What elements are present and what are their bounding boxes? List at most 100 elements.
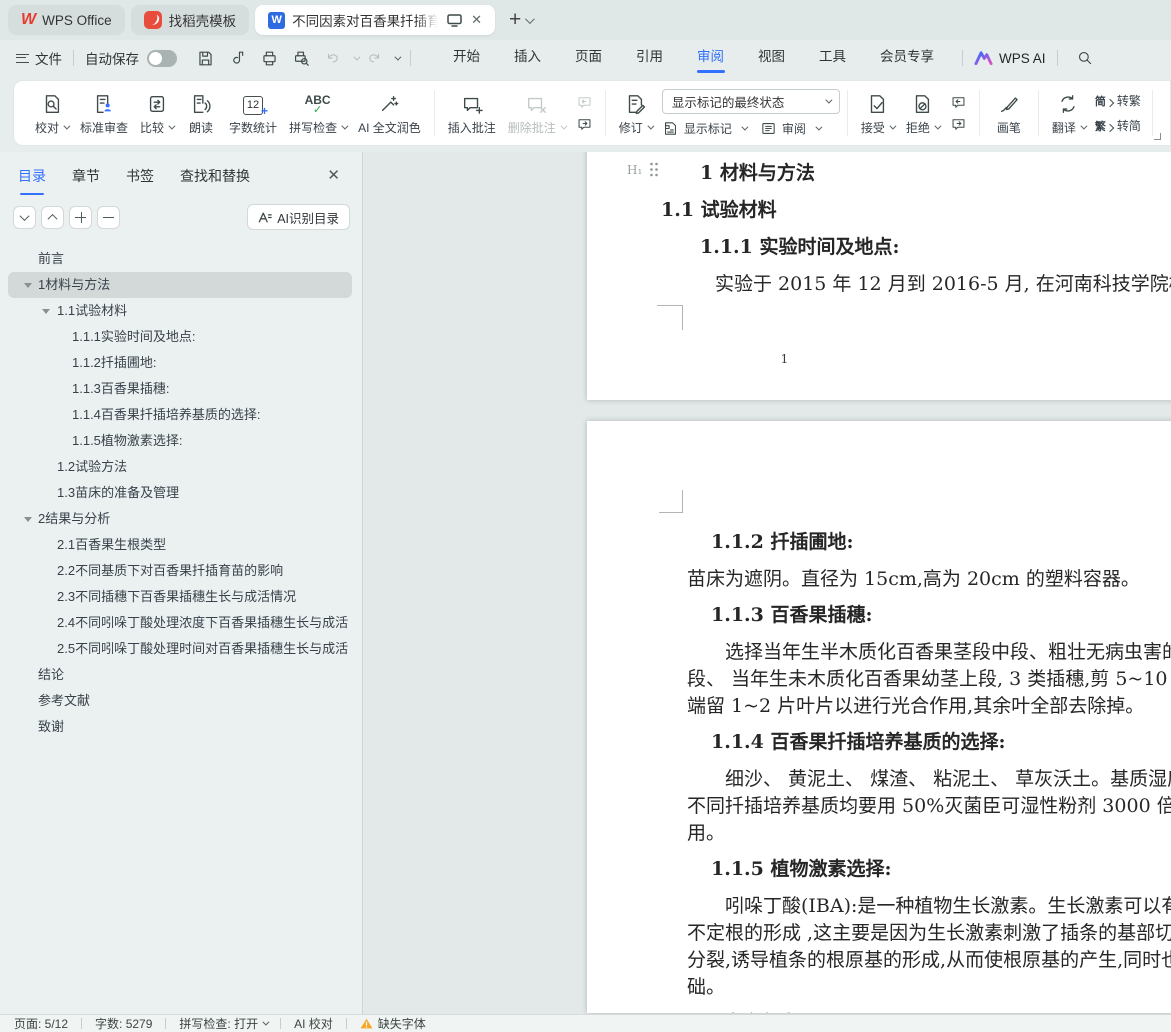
ai-polish-button[interactable]: AI 全文润色 <box>352 91 427 136</box>
toc-item[interactable]: 2.5不同吲哚丁酸处理时间对百香果插穗生长与成活 ... <box>8 636 352 662</box>
toc-item[interactable]: 1.1.4百香果扦插培养基质的选择: <box>8 402 352 428</box>
restrict-edit-button[interactable]: 限 <box>1160 91 1171 136</box>
delete-comment-button[interactable]: 删除批注 <box>502 91 571 136</box>
file-menu-button[interactable]: 文件 <box>16 48 62 68</box>
toc-item[interactable]: 1.2试验方法 <box>8 454 352 480</box>
tab-current-document[interactable]: W 不同因素对百香果扦插育苗的 ✕ <box>255 5 495 35</box>
standard-review-button[interactable]: 标准审查 <box>74 91 134 136</box>
toc-item[interactable]: 致谢 <box>8 714 352 740</box>
spellcheck-chevron-icon[interactable] <box>262 1019 269 1026</box>
missing-font-warning[interactable]: 缺失字体 <box>378 1015 426 1032</box>
divider <box>410 50 411 66</box>
sidebar-tab[interactable]: 目录 <box>18 166 46 195</box>
expand-all-button[interactable] <box>13 206 36 229</box>
wps-ai-button[interactable]: WPS AI <box>974 50 1046 66</box>
toc-item[interactable]: 前言 <box>8 246 352 272</box>
next-change-icon[interactable] <box>950 117 967 132</box>
sidebar-tab[interactable]: 查找和替换 <box>180 166 250 195</box>
open-in-window-icon[interactable] <box>447 14 462 27</box>
toc-expand-arrow-icon[interactable] <box>24 517 32 522</box>
track-changes-button[interactable]: 修订 <box>613 91 658 136</box>
reject-change-button[interactable]: 拒绝 <box>900 91 945 136</box>
page-indicator[interactable]: 页面: 5/12 <box>14 1015 68 1032</box>
toc-item[interactable]: 结论 <box>8 662 352 688</box>
toc-expand-arrow-icon[interactable] <box>24 283 32 288</box>
close-tab-icon[interactable]: ✕ <box>471 12 482 28</box>
collapse-all-button[interactable] <box>41 206 64 229</box>
toc-item[interactable]: 2.4不同吲哚丁酸处理浓度下百香果插穗生长与成活 ... <box>8 610 352 636</box>
word-count-indicator[interactable]: 字数: 5279 <box>95 1015 152 1032</box>
menu-tab[interactable]: 开始 <box>436 40 497 76</box>
document-page-1[interactable]: H₁ 1 材料与方法1.1 试验材料1.1.1 实验时间及地点:实验于 2015… <box>587 152 1171 400</box>
simplified-glyph-icon: 简 <box>1095 93 1113 109</box>
document-page-2[interactable]: 1.1.2 扦插圃地:苗床为遮阴。直径为 15cm,高为 20cm 的塑料容器。… <box>587 421 1171 1013</box>
markup-state-select[interactable]: 显示标记的最终状态 <box>662 89 840 114</box>
toc-item[interactable]: 2.1百香果生根类型 <box>8 532 352 558</box>
close-sidebar-icon[interactable]: ✕ <box>327 166 340 184</box>
document-canvas[interactable]: H₁ 1 材料与方法1.1 试验材料1.1.1 实验时间及地点:实验于 2015… <box>364 152 1171 1014</box>
hamburger-icon <box>16 54 29 63</box>
toc-item[interactable]: 1.3苗床的准备及管理 <box>8 480 352 506</box>
toc-item[interactable]: 1材料与方法 <box>8 272 352 298</box>
toc-item[interactable]: 1.1.2扦插圃地: <box>8 350 352 376</box>
wps-logo-icon: W <box>21 11 35 29</box>
toc-item[interactable]: 1.1.5植物激素选择: <box>8 428 352 454</box>
to-traditional-button[interactable]: 简 转繁 <box>1095 92 1141 109</box>
new-tab-button[interactable]: + <box>509 8 521 32</box>
autosave-toggle[interactable] <box>147 50 177 67</box>
toc-expand-arrow-icon[interactable] <box>42 309 50 314</box>
previous-change-icon[interactable] <box>950 95 967 110</box>
search-button[interactable] <box>1072 46 1098 70</box>
tab-list-chevron-icon[interactable] <box>525 14 535 24</box>
word-count-button[interactable]: 12+ 字数统计 <box>223 91 283 136</box>
sidebar-tab[interactable]: 章节 <box>72 166 100 195</box>
redo-button[interactable] <box>361 46 387 70</box>
read-aloud-button[interactable]: 朗读 <box>179 91 223 136</box>
undo-history-chevron-icon[interactable] <box>353 53 360 60</box>
menu-tab[interactable]: 工具 <box>802 40 863 76</box>
decrease-level-button[interactable] <box>97 206 120 229</box>
undo-button[interactable] <box>320 46 346 70</box>
tab-docer-templates[interactable]: 找稻壳模板 <box>131 5 250 35</box>
compare-button[interactable]: 比较 <box>134 91 179 136</box>
spellcheck-indicator[interactable]: 拼写检查: 打开 <box>179 1015 258 1032</box>
spell-check-button[interactable]: ABC✓ 拼写检查 <box>283 91 352 136</box>
proofread-button[interactable]: 校对 <box>29 91 74 136</box>
toc-item[interactable]: 1.1.3百香果插穗: <box>8 376 352 402</box>
show-markup-button[interactable]: 显示标记 <box>662 120 746 137</box>
next-comment-icon[interactable] <box>576 117 593 132</box>
ai-recognize-toc-button[interactable]: AI识别目录 <box>247 204 350 230</box>
ai-proofread-button[interactable]: AI 校对 <box>294 1015 333 1032</box>
divider <box>280 1018 281 1029</box>
convert-buttons: 简 转繁 繁 转简 <box>1091 92 1145 134</box>
sidebar-tab[interactable]: 书签 <box>126 166 154 195</box>
dropdown-chevron-icon <box>741 124 748 131</box>
to-simplified-button[interactable]: 繁 转简 <box>1095 117 1141 134</box>
customize-toolbar-chevron-icon[interactable] <box>394 53 401 60</box>
print-preview-button[interactable] <box>288 46 314 70</box>
insert-comment-button[interactable]: 插入批注 <box>442 91 502 136</box>
toc-item[interactable]: 2.2不同基质下对百香果扦插育苗的影响 <box>8 558 352 584</box>
toc-item[interactable]: 1.1试验材料 <box>8 298 352 324</box>
review-pane-button[interactable]: 审阅 <box>760 120 820 137</box>
accept-change-button[interactable]: 接受 <box>855 91 900 136</box>
menu-tab[interactable]: 插入 <box>497 40 558 76</box>
translate-button[interactable]: 翻译 <box>1046 91 1091 136</box>
menu-tab[interactable]: 会员专享 <box>863 40 951 76</box>
ink-brush-button[interactable]: 画笔 <box>987 91 1031 136</box>
menu-tab[interactable]: 审阅 <box>680 40 741 76</box>
export-button[interactable] <box>224 46 250 70</box>
print-button[interactable] <box>256 46 282 70</box>
menu-tab[interactable]: 页面 <box>558 40 619 76</box>
toc-item[interactable]: 2.3不同插穗下百香果插穗生长与成活情况 <box>8 584 352 610</box>
toc-item[interactable]: 1.1.1实验时间及地点: <box>8 324 352 350</box>
collapse-ribbon-icon[interactable] <box>1154 133 1161 140</box>
toc-item[interactable]: 参考文献 <box>8 688 352 714</box>
increase-level-button[interactable] <box>69 206 92 229</box>
save-button[interactable] <box>192 46 218 70</box>
menu-tab[interactable]: 引用 <box>619 40 680 76</box>
tab-wps-office[interactable]: W WPS Office <box>8 5 125 35</box>
toc-item[interactable]: 2结果与分析 <box>8 506 352 532</box>
menu-tab[interactable]: 视图 <box>741 40 802 76</box>
previous-comment-icon[interactable] <box>576 95 593 110</box>
